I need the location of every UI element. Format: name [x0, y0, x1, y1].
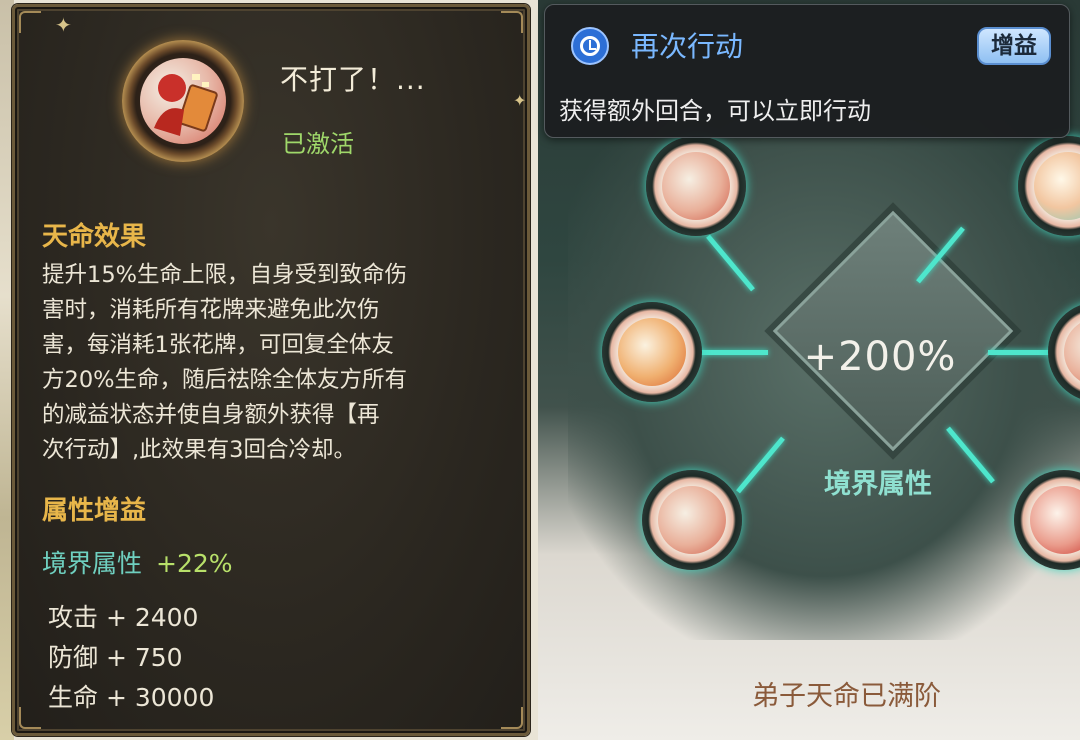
- description-line: 害，每消耗1张花牌，可回复全体友: [42, 332, 394, 358]
- buff-tooltip: 再次行动 增益 获得额外回合，可以立即行动: [544, 4, 1070, 138]
- description-line: 提升15%生命上限，自身受到致命伤: [42, 262, 408, 288]
- stat-hp: 生命 + 30000: [48, 683, 215, 712]
- frame-corner: [501, 707, 523, 729]
- description-line: 害时，消耗所有花牌来避免此次伤: [42, 297, 380, 323]
- frame-corner: [19, 11, 41, 33]
- stat-attack: 攻击 + 2400: [48, 603, 199, 632]
- destiny-node[interactable]: [602, 302, 702, 402]
- description-line: 次行动】,此效果有3回合冷却。: [42, 437, 356, 463]
- frame-corner: [19, 707, 41, 729]
- status-badge: 已激活: [282, 130, 354, 158]
- tooltip-title: 再次行动: [631, 30, 744, 63]
- max-level-notice: 弟子天命已满阶: [752, 681, 941, 712]
- description-line: 的减益状态并使自身额外获得【再: [42, 402, 380, 428]
- sparkle-icon: ✦: [55, 13, 72, 37]
- skill-name: 不打了！...: [280, 63, 426, 96]
- effect-section-title: 天命效果: [42, 222, 147, 252]
- realm-label: 境界属性: [42, 549, 143, 578]
- stat-defense: 防御 + 750: [48, 643, 183, 672]
- center-bonus-value: +200%: [803, 334, 957, 380]
- realm-bonus-value: +22%: [156, 549, 233, 578]
- buff-type-badge: 增益: [977, 27, 1051, 65]
- effect-description: 提升15%生命上限，自身受到致命伤 害时，消耗所有花牌来避免此次伤 害，每消耗1…: [42, 258, 508, 468]
- frame-corner: [501, 11, 523, 33]
- realm-bonus: 境界属性 +22%: [42, 544, 233, 580]
- skill-icon[interactable]: [122, 40, 244, 162]
- destiny-node-current[interactable]: [642, 470, 742, 570]
- description-line: 方20%生命，随后祛除全体友方所有: [42, 367, 408, 393]
- attribute-section-title: 属性增益: [42, 496, 147, 526]
- connector-line: [698, 350, 768, 355]
- destiny-node[interactable]: [646, 136, 746, 236]
- sparkle-icon: ✦: [513, 91, 527, 110]
- center-bonus-label: 境界属性: [824, 469, 932, 500]
- tooltip-description: 获得额外回合，可以立即行动: [559, 97, 871, 125]
- clock-icon: [571, 27, 609, 65]
